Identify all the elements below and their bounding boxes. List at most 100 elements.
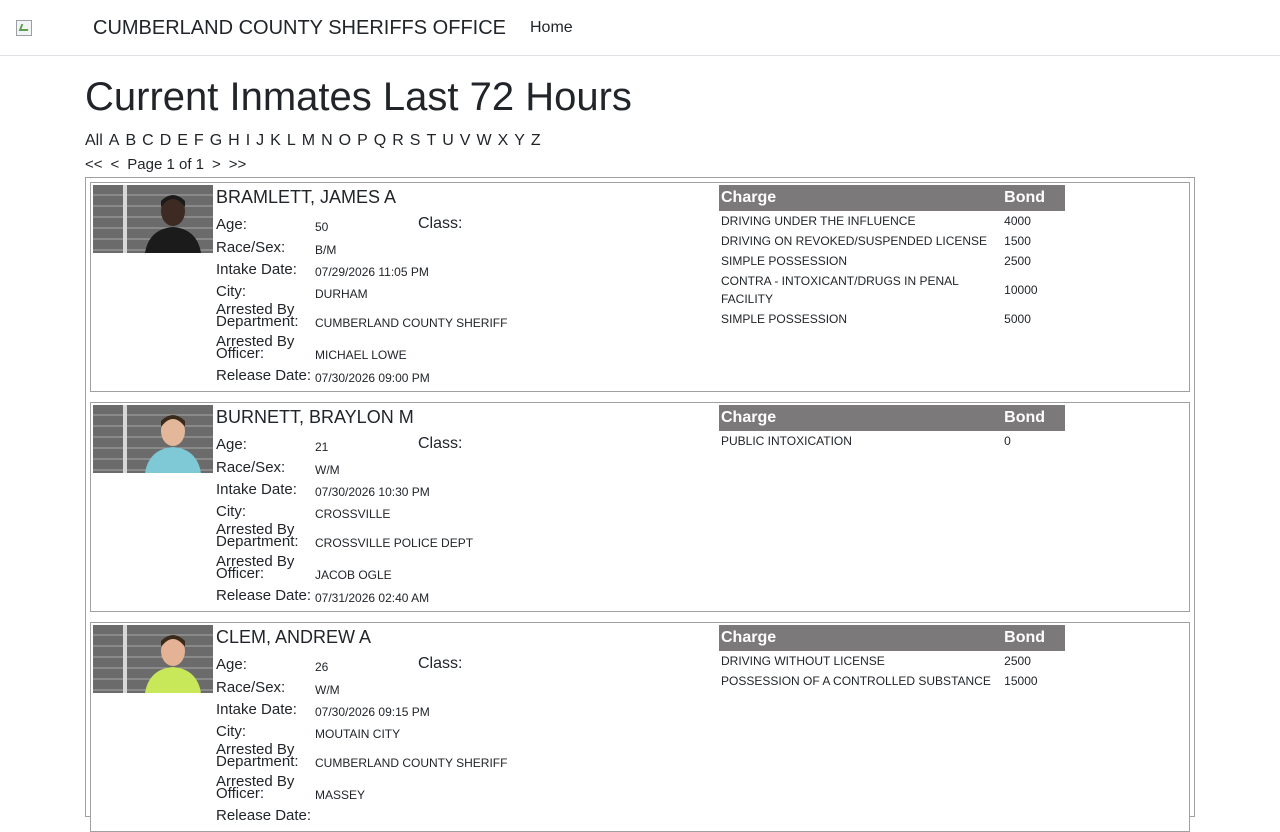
- alphabet-link-d[interactable]: D: [160, 131, 172, 151]
- alphabet-link-b[interactable]: B: [125, 131, 136, 151]
- alphabet-link-s[interactable]: S: [410, 131, 421, 151]
- charge-row: SIMPLE POSSESSION 2500: [719, 251, 1065, 271]
- alphabet-link-e[interactable]: E: [177, 131, 188, 151]
- alphabet-link-w[interactable]: W: [476, 131, 491, 151]
- city-value: DURHAM: [315, 287, 368, 301]
- nav-home-link[interactable]: Home: [530, 18, 573, 38]
- bond-column-header: Bond: [1004, 189, 1046, 206]
- navbar: CUMBERLAND COUNTY SHERIFFS OFFICE Home: [0, 0, 1280, 56]
- charge-row: CONTRA - INTOXICANT/DRUGS IN PENAL FACIL…: [719, 271, 1065, 309]
- mugshot-image[interactable]: [93, 185, 213, 253]
- city-label: City:: [216, 503, 246, 520]
- charge-description: CONTRA - INTOXICANT/DRUGS IN PENAL FACIL…: [721, 274, 959, 306]
- alphabet-link-m[interactable]: M: [302, 131, 315, 151]
- race-sex-value: W/M: [315, 463, 340, 477]
- city-value: CROSSVILLE: [315, 507, 391, 521]
- race-sex-value: W/M: [315, 683, 340, 697]
- bond-amount: 15000: [1004, 674, 1038, 688]
- alphabet-link-x[interactable]: X: [498, 131, 509, 151]
- bond-amount: 2500: [1004, 654, 1031, 668]
- charges-table: Charge Bond PUBLIC INTOXICATION 0: [719, 405, 1065, 451]
- alphabet-link-j[interactable]: J: [256, 131, 264, 151]
- brand-logo-icon[interactable]: [16, 20, 32, 36]
- alphabet-link-q[interactable]: Q: [374, 131, 386, 151]
- alphabet-link-u[interactable]: U: [442, 131, 454, 151]
- alphabet-link-n[interactable]: N: [321, 131, 333, 151]
- charges-header-row: Charge Bond: [719, 625, 1065, 651]
- age-value: 21: [315, 440, 329, 454]
- pager: << < Page 1 of 1 > >>: [85, 155, 254, 175]
- inmate-name[interactable]: BURNETT, BRAYLON M: [216, 406, 414, 428]
- release-date-label: Release Date:: [216, 807, 312, 824]
- charges-table: Charge Bond DRIVING UNDER THE INFLUENCE 400…: [719, 185, 1065, 329]
- release-date-label: Release Date:: [216, 587, 312, 604]
- race-sex-label: Race/Sex:: [216, 239, 286, 256]
- alphabet-link-c[interactable]: C: [142, 131, 154, 151]
- intake-date-value: 07/30/2026 09:15 PM: [315, 705, 430, 719]
- inmate-card: CLEM, ANDREW A Age: 26 Race/Sex: W/M Intake D…: [90, 622, 1190, 832]
- alphabet-link-r[interactable]: R: [392, 131, 404, 151]
- department-value: CUMBERLAND COUNTY SHERIFF: [315, 756, 508, 770]
- intake-date-label: Intake Date:: [216, 481, 297, 498]
- department-value: CUMBERLAND COUNTY SHERIFF: [315, 316, 508, 330]
- officer-value: MICHAEL LOWE: [315, 348, 407, 362]
- intake-date-value: 07/29/2026 11:05 PM: [315, 265, 429, 279]
- brand-title[interactable]: CUMBERLAND COUNTY SHERIFFS OFFICE: [93, 16, 506, 40]
- alphabet-link-z[interactable]: Z: [531, 131, 541, 151]
- pager-first-link[interactable]: <<: [85, 155, 103, 175]
- class-label: Class:: [418, 655, 463, 672]
- charge-description: DRIVING UNDER THE INFLUENCE: [721, 214, 916, 228]
- alphabet-link-l[interactable]: L: [287, 131, 296, 151]
- age-label: Age:: [216, 436, 247, 453]
- alphabet-link-f[interactable]: F: [194, 131, 204, 151]
- mugshot-photo-icon: [93, 185, 213, 253]
- mugshot-image[interactable]: [93, 405, 213, 473]
- charge-column-header: Charge: [721, 629, 777, 646]
- inmate-name[interactable]: CLEM, ANDREW A: [216, 626, 371, 648]
- class-label: Class:: [418, 435, 463, 452]
- arrested-by-officer-label: Arrested By Officer:: [216, 553, 295, 582]
- bond-column-header: Bond: [1004, 409, 1046, 426]
- charge-row: PUBLIC INTOXICATION 0: [719, 431, 1065, 451]
- charge-description: SIMPLE POSSESSION: [721, 312, 848, 326]
- bond-column-header: Bond: [1004, 629, 1046, 646]
- alphabet-link-p[interactable]: P: [357, 131, 368, 151]
- alphabet-link-v[interactable]: V: [460, 131, 471, 151]
- release-date-value: 07/30/2026 09:00 PM: [315, 371, 430, 385]
- intake-date-label: Intake Date:: [216, 261, 297, 278]
- mugshot-image[interactable]: [93, 625, 213, 693]
- charge-description: DRIVING WITHOUT LICENSE: [721, 654, 885, 668]
- inmate-name[interactable]: BRAMLETT, JAMES A: [216, 186, 396, 208]
- charges-header-row: Charge Bond: [719, 185, 1065, 211]
- age-label: Age:: [216, 216, 247, 233]
- pager-next-link[interactable]: >: [212, 155, 221, 175]
- alphabet-link-all[interactable]: All: [85, 131, 103, 151]
- charge-column-header: Charge: [721, 409, 777, 426]
- pager-last-link[interactable]: >>: [229, 155, 247, 175]
- bond-amount: 4000: [1004, 214, 1031, 228]
- alphabet-link-g[interactable]: G: [210, 131, 222, 151]
- alphabet-link-k[interactable]: K: [270, 131, 281, 151]
- bond-amount: 1500: [1004, 234, 1031, 248]
- class-label: Class:: [418, 215, 463, 232]
- alphabet-link-h[interactable]: H: [228, 131, 240, 151]
- alphabet-link-o[interactable]: O: [339, 131, 351, 151]
- release-date-value: 07/31/2026 02:40 AM: [315, 591, 430, 605]
- charges-table: Charge Bond DRIVING WITHOUT LICENSE 2500 POS…: [719, 625, 1065, 691]
- alphabet-link-a[interactable]: A: [109, 131, 120, 151]
- age-value: 50: [315, 220, 329, 234]
- inmate-card: BRAMLETT, JAMES A Age: 50 Race/Sex: B/M Intak…: [90, 182, 1190, 392]
- arrested-by-department-label: Arrested By Department:: [216, 741, 299, 770]
- charge-row: DRIVING ON REVOKED/SUSPENDED LICENSE 1500: [719, 231, 1065, 251]
- alphabet-link-t[interactable]: T: [426, 131, 436, 151]
- pager-prev-link[interactable]: <: [111, 155, 120, 175]
- bond-amount: 2500: [1004, 254, 1031, 268]
- charge-row: DRIVING WITHOUT LICENSE 2500: [719, 651, 1065, 671]
- charge-row: SIMPLE POSSESSION 5000: [719, 309, 1065, 329]
- age-value: 26: [315, 660, 329, 674]
- bond-amount: 5000: [1004, 312, 1031, 326]
- alphabet-link-y[interactable]: Y: [514, 131, 525, 151]
- mugshot-photo-icon: [93, 625, 213, 693]
- charge-description: PUBLIC INTOXICATION: [721, 434, 852, 448]
- alphabet-link-i[interactable]: I: [246, 131, 250, 151]
